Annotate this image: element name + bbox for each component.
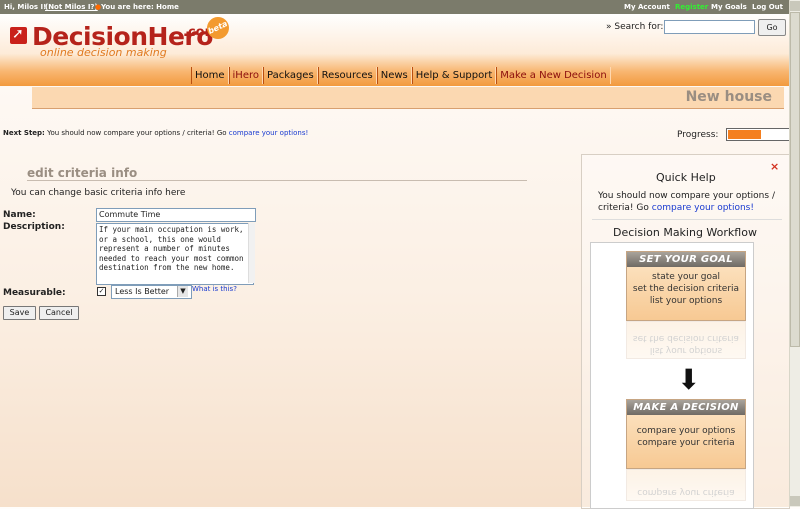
description-textarea[interactable]: If your main occupation is work, or a sc… bbox=[96, 223, 254, 285]
greeting-text: Hi, Milos I! bbox=[4, 3, 47, 11]
page-title-bar bbox=[32, 87, 784, 109]
form-intro: You can change basic criteria info here bbox=[11, 188, 186, 198]
nav-packages[interactable]: Packages bbox=[263, 67, 318, 84]
name-label: Name: bbox=[3, 210, 36, 220]
quick-help-text: You should now compare your options / cr… bbox=[598, 190, 778, 214]
next-step-notice: Next Step: You should now compare your o… bbox=[3, 129, 308, 137]
top-status-bar: Hi, Milos I! (Not Milos I?) ● You are he… bbox=[0, 0, 800, 14]
description-scrollbar[interactable] bbox=[248, 223, 255, 283]
make-decision-reflection: compare your criteria bbox=[626, 469, 746, 501]
what-is-this-link[interactable]: What is this? bbox=[192, 285, 237, 293]
next-step-label: Next Step: bbox=[3, 129, 45, 137]
scroll-down-arrow-icon[interactable] bbox=[790, 496, 800, 506]
progress-label: Progress: bbox=[677, 130, 719, 140]
save-button[interactable]: Save bbox=[3, 306, 36, 320]
close-icon[interactable]: × bbox=[770, 160, 779, 173]
nav-help-support[interactable]: Help & Support bbox=[411, 67, 497, 84]
nav-resources[interactable]: Resources bbox=[317, 67, 377, 84]
nav-make-new-decision[interactable]: Make a New Decision bbox=[496, 67, 611, 84]
compare-options-link[interactable]: compare your options! bbox=[229, 129, 309, 137]
progress-fill bbox=[728, 130, 761, 139]
set-goal-card[interactable]: SET YOUR GOAL state your goal set the de… bbox=[626, 251, 746, 321]
chevron-down-icon[interactable]: ▼ bbox=[177, 286, 188, 297]
search-go-button[interactable]: Go bbox=[758, 19, 786, 36]
cancel-button[interactable]: Cancel bbox=[39, 306, 79, 320]
set-goal-heading: SET YOUR GOAL bbox=[627, 252, 745, 267]
measurable-label: Measurable: bbox=[3, 288, 66, 298]
card-line: state your goal bbox=[652, 272, 720, 282]
name-field[interactable]: Commute Time bbox=[96, 208, 256, 222]
card-reflection-line: compare your criteria bbox=[637, 487, 735, 497]
nav-news[interactable]: News bbox=[376, 67, 412, 84]
breadcrumb: You are here: Home bbox=[101, 3, 179, 11]
register-link[interactable]: Register bbox=[675, 3, 708, 11]
nav-ihero[interactable]: iHero bbox=[228, 67, 263, 84]
main-nav: Home iHero Packages Resources News Help … bbox=[191, 67, 611, 84]
card-reflection-line: set the decision criteria bbox=[632, 333, 740, 343]
page-title: New house bbox=[685, 89, 772, 105]
card-reflection-line: list your options bbox=[649, 345, 723, 355]
arrow-down-icon: ⬇ bbox=[677, 363, 701, 396]
my-goals-link[interactable]: My Goals bbox=[711, 3, 747, 11]
my-account-link[interactable]: My Account bbox=[624, 3, 670, 11]
progress-bar bbox=[726, 128, 790, 141]
make-decision-card[interactable]: MAKE A DECISION compare your options com… bbox=[626, 399, 746, 469]
measurable-checkbox[interactable]: ✓ bbox=[97, 287, 106, 296]
make-decision-heading: MAKE A DECISION bbox=[627, 400, 745, 415]
quick-help-title: Quick Help bbox=[656, 171, 716, 184]
section-title: edit criteria info bbox=[27, 166, 138, 180]
search-label: » Search for: bbox=[606, 22, 664, 32]
tagline: online decision making bbox=[40, 46, 167, 59]
description-label: Description: bbox=[3, 222, 65, 232]
workflow-title: Decision Making Workflow bbox=[613, 226, 757, 239]
log-out-link[interactable]: Log Out bbox=[752, 3, 783, 11]
card-line: compare your criteria bbox=[637, 438, 735, 448]
not-user-link[interactable]: (Not Milos I?) bbox=[45, 3, 98, 11]
card-line: list your options bbox=[649, 296, 723, 306]
set-goal-reflection: list your options set the decision crite… bbox=[626, 321, 746, 359]
nav-home[interactable]: Home bbox=[191, 67, 229, 84]
logo-arrow-icon[interactable] bbox=[10, 26, 27, 44]
next-step-text: You should now compare your options / cr… bbox=[47, 129, 227, 137]
card-line: compare your options bbox=[636, 426, 736, 436]
quick-help-divider bbox=[592, 219, 782, 220]
search-input[interactable] bbox=[664, 20, 755, 34]
scroll-up-arrow-icon[interactable] bbox=[790, 1, 800, 11]
quick-help-compare-link[interactable]: compare your options! bbox=[652, 203, 754, 213]
scrollbar-thumb[interactable] bbox=[790, 12, 800, 347]
section-divider bbox=[27, 180, 527, 181]
card-line: set the decision criteria bbox=[632, 284, 740, 294]
